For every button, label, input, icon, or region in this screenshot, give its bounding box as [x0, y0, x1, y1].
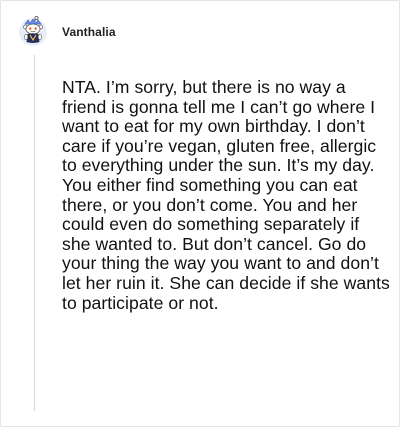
thread-collapse-line[interactable] [34, 55, 35, 411]
comment-body-text: NTA. I’m sorry, but there is no way a fr… [62, 77, 390, 313]
comment-card: Vanthalia NTA. I’m sorry, but there is n… [0, 0, 400, 427]
comment-username[interactable]: Vanthalia [62, 25, 116, 39]
snoo-avatar-icon [19, 15, 47, 46]
user-avatar-icon[interactable] [17, 15, 49, 47]
